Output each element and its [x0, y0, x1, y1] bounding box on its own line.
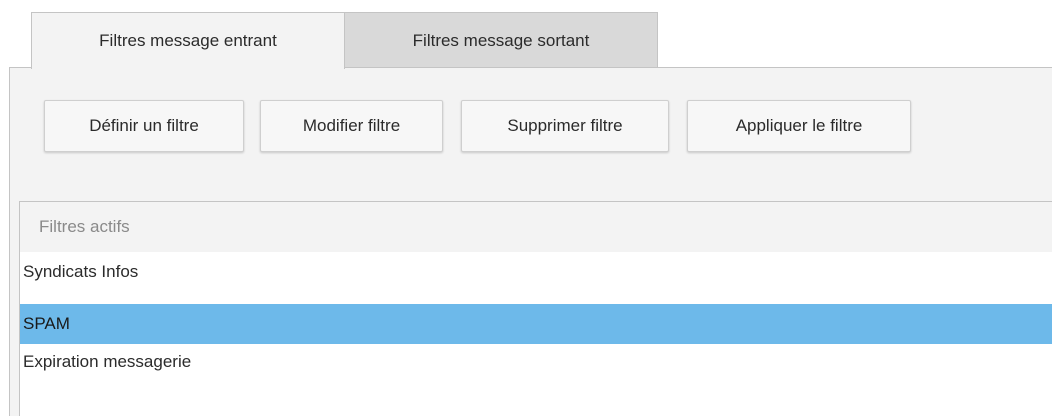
- modify-filter-button-label: Modifier filtre: [302, 116, 401, 135]
- list-item-label: SPAM: [23, 314, 70, 333]
- filters-window: Filtres message entrant Filtres message …: [0, 0, 1052, 416]
- list-item[interactable]: Expiration messagerie: [20, 342, 1052, 382]
- delete-filter-button[interactable]: Supprimer filtre: [461, 100, 669, 152]
- delete-filter-button-label: Supprimer filtre: [507, 116, 623, 135]
- tab-outgoing-filters[interactable]: Filtres message sortant: [344, 12, 658, 68]
- list-item[interactable]: Syndicats Infos: [20, 252, 1052, 292]
- define-filter-button[interactable]: Définir un filtre: [44, 100, 244, 152]
- define-filter-button-label: Définir un filtre: [89, 116, 199, 135]
- list-item-label: Syndicats Infos: [23, 262, 139, 281]
- tab-incoming-filters-label: Filtres message entrant: [99, 31, 277, 50]
- active-filters-header: Filtres actifs: [20, 202, 1052, 252]
- list-item-selected[interactable]: SPAM: [20, 304, 1052, 344]
- apply-filter-button-label: Appliquer le filtre: [735, 116, 863, 135]
- apply-filter-button[interactable]: Appliquer le filtre: [687, 100, 911, 152]
- tab-incoming-filters[interactable]: Filtres message entrant: [31, 12, 345, 69]
- list-item-label: Expiration messagerie: [23, 352, 192, 371]
- active-filters-list[interactable]: Filtres actifs Syndicats Infos SPAM Expi…: [19, 201, 1052, 416]
- active-filters-header-label: Filtres actifs: [39, 217, 130, 236]
- modify-filter-button[interactable]: Modifier filtre: [260, 100, 443, 152]
- tab-outgoing-filters-label: Filtres message sortant: [412, 30, 590, 50]
